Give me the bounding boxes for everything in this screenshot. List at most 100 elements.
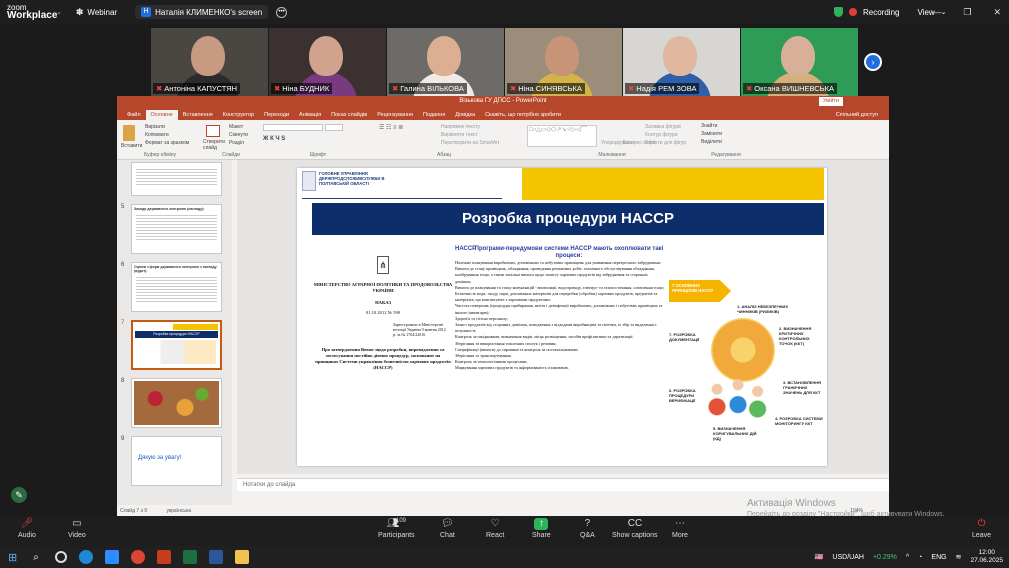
maximize-icon[interactable]: ❐ bbox=[963, 7, 971, 18]
participants-button[interactable]: 👥︎ 109 Participants bbox=[378, 518, 415, 539]
shape-fill-button[interactable]: Заливка фігури bbox=[645, 123, 686, 131]
reset-button[interactable]: Скинути bbox=[229, 131, 248, 139]
replace-button[interactable]: Замінити bbox=[701, 130, 751, 138]
slide-thumbnail-selected[interactable]: Розробка процедури НАССР bbox=[131, 320, 222, 370]
layout-button[interactable]: Макет bbox=[229, 123, 248, 131]
excel-app-icon[interactable] bbox=[182, 550, 197, 564]
qa-button[interactable]: ? Q&A bbox=[580, 518, 595, 539]
participant-tile[interactable]: ✖ Оксана ВИШНЕВСЬКА bbox=[741, 28, 858, 96]
shape-outline-button[interactable]: Контур фігури bbox=[645, 131, 686, 139]
participant-tile-active-speaker[interactable]: ✖ Галина ВІЛЬКОВА bbox=[387, 28, 504, 96]
edge-icon[interactable] bbox=[78, 550, 93, 564]
currency-pair[interactable]: USD/UAH bbox=[832, 554, 864, 561]
powerpoint-app-icon[interactable] bbox=[156, 550, 171, 564]
shared-screen-tab[interactable]: H Наталія КЛИМЕНКО's screen bbox=[135, 5, 269, 19]
mic-muted-icon: ✖ bbox=[510, 84, 517, 93]
order-title: Про затвердження Вимог щодо розробки, вп… bbox=[315, 347, 451, 370]
participant-tile[interactable]: ✖ Антоніна КАПУСТЯН bbox=[151, 28, 268, 96]
clock[interactable]: 12:00 27.06.2025 bbox=[970, 549, 1003, 565]
tab-review[interactable]: Рецензування bbox=[372, 110, 418, 120]
audio-button[interactable]: 🎤︎ Audio bbox=[18, 518, 36, 539]
captions-button[interactable]: CC Show captions bbox=[612, 518, 658, 539]
tab-animations[interactable]: Анімація bbox=[294, 110, 326, 120]
participant-tile[interactable]: ✖ Надія РЕМ ЗОВА bbox=[623, 28, 740, 96]
tab-home[interactable]: Основне bbox=[145, 110, 178, 120]
shape-effects-button[interactable]: Ефекти для фігур bbox=[645, 139, 686, 147]
slide-number: 8 bbox=[121, 378, 125, 384]
new-slide-icon[interactable] bbox=[206, 125, 220, 137]
order-date: 01.10.2012 № 590 bbox=[365, 310, 401, 315]
font-name-select[interactable] bbox=[263, 124, 323, 131]
minimize-icon[interactable]: — bbox=[932, 7, 941, 18]
slides-group: Створити слайд Макет Скинути Розділ Слай… bbox=[203, 122, 259, 158]
chevron-down-icon[interactable]: ⌄ bbox=[56, 8, 62, 16]
slide-thumbnail[interactable] bbox=[131, 162, 222, 196]
tell-me-search[interactable]: Скажіть, що потрібно зробити bbox=[480, 110, 566, 120]
cut-button[interactable]: Вирізати bbox=[145, 123, 189, 131]
wifi-icon[interactable]: ≋ bbox=[956, 553, 962, 561]
close-icon[interactable]: ✕ bbox=[993, 7, 1001, 18]
leave-icon: ⏻ bbox=[977, 518, 986, 529]
participant-name: ✖ Галина ВІЛЬКОВА bbox=[389, 83, 467, 94]
tab-insert[interactable]: Вставлення bbox=[178, 110, 218, 120]
watermark-line1: Активація Windows bbox=[747, 498, 836, 509]
tab-transitions[interactable]: Переходи bbox=[259, 110, 294, 120]
new-slide-button[interactable]: Створити слайд bbox=[203, 139, 225, 151]
file-explorer-icon[interactable] bbox=[234, 550, 249, 564]
video-button[interactable]: ▭ Video bbox=[68, 518, 86, 539]
tab-help[interactable]: Довідка bbox=[450, 110, 480, 120]
person-head bbox=[427, 36, 461, 76]
chat-button[interactable]: 💬︎ Chat bbox=[440, 518, 455, 539]
slide-number: 5 bbox=[121, 204, 125, 210]
format-painter-button[interactable]: Формат за зразком bbox=[145, 139, 189, 147]
tray-expand-icon[interactable]: ^ bbox=[906, 554, 909, 561]
smartart-button[interactable]: Перетворити на SmartArt bbox=[441, 139, 499, 147]
tab-slideshow[interactable]: Показ слайдів bbox=[326, 110, 372, 120]
chrome-app-icon[interactable] bbox=[130, 550, 145, 564]
annotate-pen-icon[interactable]: ✎ bbox=[11, 487, 27, 503]
participant-tile[interactable]: ✖ Ніна БУДНИК bbox=[269, 28, 386, 96]
tab-file[interactable]: Файл bbox=[122, 110, 146, 120]
section-button[interactable]: Розділ bbox=[229, 139, 248, 147]
paste-icon[interactable] bbox=[123, 125, 135, 141]
zoom-title-bar: zoom Workplace ⌄ ✽ Webinar H Наталія КЛИ… bbox=[0, 0, 1009, 24]
shapes-gallery[interactable]: □○△▭◇⬠↗↘☆▷◁⌒ bbox=[527, 125, 597, 147]
language-indicator[interactable]: ENG bbox=[931, 554, 946, 561]
tab-view[interactable]: Подання bbox=[418, 110, 450, 120]
font-size-select[interactable] bbox=[325, 124, 343, 131]
react-button[interactable]: ♡ React bbox=[486, 518, 504, 539]
slide-thumbnail[interactable]: Оцінки з форм державного контролю з нагл… bbox=[131, 262, 222, 312]
share-badge: H bbox=[141, 7, 152, 17]
slide-thumbnail[interactable] bbox=[131, 378, 222, 428]
list-icons[interactable]: ☰ ☷ ≡ ≣ bbox=[379, 124, 403, 131]
notes-pane[interactable]: Нотатки до слайда bbox=[237, 478, 889, 491]
leave-button[interactable]: ⏻ Leave bbox=[972, 518, 991, 539]
share-button[interactable]: Спільний доступ bbox=[831, 110, 883, 120]
text-direction-button[interactable]: Напрямок тексту bbox=[441, 123, 499, 131]
more-button[interactable]: ⋯ More bbox=[672, 518, 688, 539]
find-button[interactable]: Знайти bbox=[701, 122, 751, 130]
windows-start-icon[interactable]: ⊞ bbox=[8, 551, 17, 564]
participant-tile[interactable]: ✖ Ніна СИНЯВСЬКА bbox=[505, 28, 622, 96]
more-options-icon[interactable]: ••• bbox=[276, 6, 288, 18]
tab-design[interactable]: Конструктор bbox=[218, 110, 259, 120]
align-text-button[interactable]: Вирівняти текст bbox=[441, 131, 499, 139]
word-app-icon[interactable] bbox=[208, 550, 223, 564]
zoom-app-icon[interactable] bbox=[104, 550, 119, 564]
select-button[interactable]: Виділити bbox=[701, 138, 751, 146]
slide-thumbnail[interactable]: Заходи державного контролю (нагляду): bbox=[131, 204, 222, 254]
chrome-icon[interactable] bbox=[54, 551, 67, 563]
paste-button[interactable]: Вставити bbox=[121, 143, 142, 149]
recording-status: Recording View ⌄ bbox=[834, 7, 947, 17]
search-icon[interactable]: ⌕ bbox=[33, 552, 39, 563]
slide-thumbnail[interactable]: Дякую за увагу! bbox=[131, 436, 222, 486]
copy-button[interactable]: Копіювати bbox=[145, 131, 189, 139]
share-screen-button[interactable]: ↑ Share bbox=[532, 518, 551, 539]
react-label: React bbox=[486, 532, 505, 539]
next-page-icon[interactable]: › bbox=[864, 53, 882, 71]
language-indicator[interactable]: українська bbox=[166, 508, 191, 514]
current-slide[interactable]: ГОЛОВНЕ УПРАВЛІННЯ ДЕРЖПРОДСПОЖИВСЛУЖБИ … bbox=[297, 168, 827, 466]
sign-in-button[interactable]: Увійти bbox=[819, 97, 843, 106]
font-style-buttons[interactable]: Ж К Ч S bbox=[263, 136, 285, 142]
network-icon[interactable]: ◔ bbox=[918, 554, 922, 561]
